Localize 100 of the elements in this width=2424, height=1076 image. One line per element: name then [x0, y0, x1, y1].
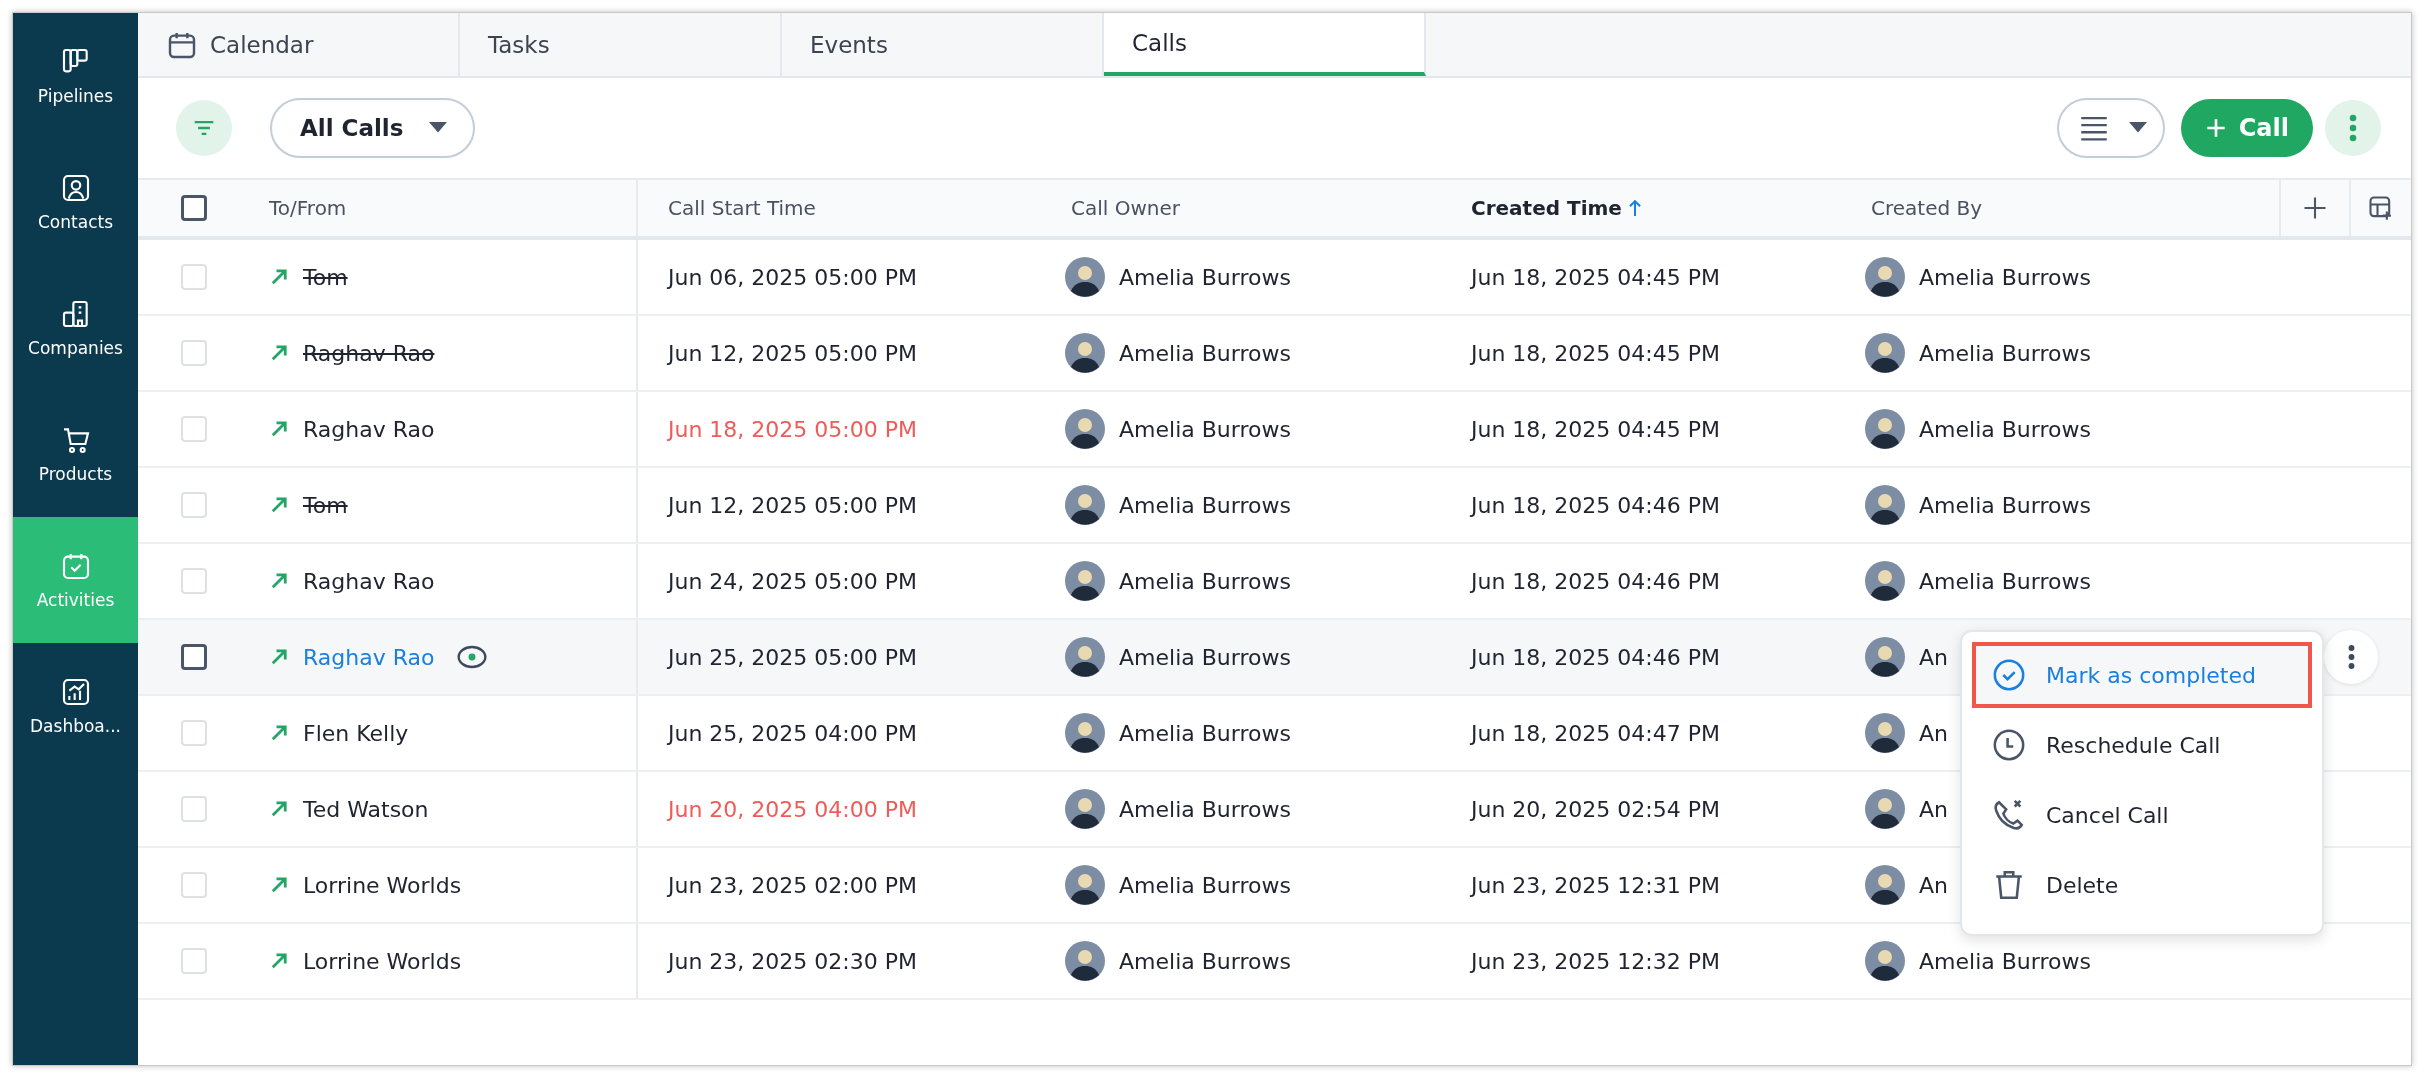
menu-item[interactable]: Cancel Call — [1972, 782, 2312, 848]
sidebar-label: Pipelines — [37, 86, 114, 106]
contact-name[interactable]: Tom — [303, 492, 348, 518]
eye-icon[interactable] — [456, 645, 489, 669]
avatar-icon — [1065, 941, 1105, 981]
created-by: Amelia Burrows — [1919, 568, 2091, 594]
call-owner: Amelia Burrows — [1119, 872, 1291, 898]
contact-name[interactable]: Tom — [303, 264, 348, 290]
created-by: Amelia Burrows — [1919, 492, 2091, 518]
created-time: Jun 18, 2025 04:46 PM — [1471, 492, 1720, 518]
created-time: Jun 23, 2025 12:32 PM — [1471, 948, 1720, 974]
created-time: Jun 18, 2025 04:45 PM — [1471, 340, 1720, 366]
avatar-icon — [1065, 409, 1105, 449]
call-owner: Amelia Burrows — [1119, 644, 1291, 670]
menu-item[interactable]: Reschedule Call — [1972, 712, 2312, 778]
menu-item[interactable]: Mark as completed — [1972, 642, 2312, 708]
call-start-time: Jun 18, 2025 05:00 PM — [668, 416, 917, 442]
avatar-icon — [1065, 865, 1105, 905]
created-time: Jun 18, 2025 04:45 PM — [1471, 264, 1720, 290]
column-header[interactable]: Created Time — [1471, 196, 1642, 220]
created-time: Jun 23, 2025 12:31 PM — [1471, 872, 1720, 898]
contact-name[interactable]: Raghav Rao — [303, 568, 435, 594]
created-time: Jun 18, 2025 04:46 PM — [1471, 644, 1720, 670]
call-start-time: Jun 25, 2025 05:00 PM — [668, 644, 917, 670]
column-header[interactable]: Call Owner — [1071, 196, 1180, 220]
column-header[interactable]: Created By — [1871, 196, 1983, 220]
created-by: Amelia Burrows — [1919, 416, 2091, 442]
sidebar-label: Products — [38, 464, 113, 484]
avatar-icon — [1065, 561, 1105, 601]
outgoing-arrow-icon — [269, 343, 289, 363]
avatar-icon — [1865, 333, 1905, 373]
contact-name[interactable]: Raghav Rao — [303, 416, 435, 442]
call-start-time: Jun 25, 2025 04:00 PM — [668, 720, 917, 746]
tab[interactable]: Calendar — [138, 13, 460, 76]
sidebar-item[interactable]: Dashboa... — [13, 643, 138, 769]
call-owner: Amelia Burrows — [1119, 340, 1291, 366]
created-by: Amelia Burrows — [1919, 264, 2091, 290]
call-start-time: Jun 12, 2025 05:00 PM — [668, 340, 917, 366]
call-owner: Amelia Burrows — [1119, 492, 1291, 518]
outgoing-arrow-icon — [269, 267, 289, 287]
column-header[interactable]: Call Start Time — [668, 196, 816, 220]
sidebar-item[interactable]: Pipelines — [13, 13, 138, 139]
filter-button[interactable] — [176, 100, 232, 156]
created-time: Jun 20, 2025 02:54 PM — [1471, 796, 1720, 822]
created-by: An — [1919, 644, 1948, 670]
contact-name[interactable]: Ted Watson — [303, 796, 429, 822]
avatar-icon — [1865, 789, 1905, 829]
avatar-icon — [1865, 409, 1905, 449]
avatar-icon — [1865, 637, 1905, 677]
select-all-checkbox[interactable] — [181, 195, 207, 221]
call-owner: Amelia Burrows — [1119, 720, 1291, 746]
call-start-time: Jun 23, 2025 02:30 PM — [668, 948, 917, 974]
call-start-time: Jun 06, 2025 05:00 PM — [668, 264, 917, 290]
view-dropdown[interactable]: All Calls — [270, 98, 476, 158]
sidebar-item[interactable]: Products — [13, 391, 138, 517]
outgoing-arrow-icon — [269, 723, 289, 743]
sidebar-label: Companies — [28, 338, 123, 358]
contact-name[interactable]: Raghav Rao — [303, 340, 435, 366]
sidebar-label: Contacts — [38, 212, 113, 232]
avatar-icon — [1865, 485, 1905, 525]
row-more-button[interactable] — [2324, 630, 2378, 684]
caret-icon — [429, 122, 448, 134]
call-start-time: Jun 24, 2025 05:00 PM — [668, 568, 917, 594]
contact-name[interactable]: Raghav Rao — [303, 644, 435, 670]
outgoing-arrow-icon — [269, 799, 289, 819]
call-owner: Amelia Burrows — [1119, 568, 1291, 594]
call-owner: Amelia Burrows — [1119, 948, 1291, 974]
call-owner: Amelia Burrows — [1119, 796, 1291, 822]
menu-item[interactable]: Delete — [1972, 852, 2312, 918]
column-header[interactable]: To/From — [269, 196, 347, 220]
call-start-time: Jun 12, 2025 05:00 PM — [668, 492, 917, 518]
avatar-icon — [1065, 333, 1105, 373]
outgoing-arrow-icon — [269, 951, 289, 971]
outgoing-arrow-icon — [269, 647, 289, 667]
contact-name[interactable]: Lorrine Worlds — [303, 948, 462, 974]
outgoing-arrow-icon — [269, 495, 289, 515]
avatar-icon — [1065, 789, 1105, 829]
avatar-icon — [1065, 485, 1105, 525]
sort-up-arrow-icon — [1627, 199, 1642, 217]
call-owner: Amelia Burrows — [1119, 416, 1291, 442]
tab[interactable]: Calls — [1104, 13, 1426, 76]
caret-icon — [2128, 122, 2147, 134]
created-by: Amelia Burrows — [1919, 948, 2091, 974]
phone-cross-icon — [1992, 798, 2026, 832]
avatar-icon — [1865, 257, 1905, 297]
contact-name[interactable]: Lorrine Worlds — [303, 872, 462, 898]
more-button[interactable] — [2325, 100, 2381, 156]
created-time: Jun 18, 2025 04:47 PM — [1471, 720, 1720, 746]
more-icon — [2348, 113, 2358, 143]
list-view-dropdown[interactable] — [2056, 98, 2165, 158]
clock-icon — [1992, 728, 2026, 762]
contact-name[interactable]: Flen Kelly — [303, 720, 409, 746]
more-icon — [2346, 643, 2356, 671]
avatar-icon — [1865, 941, 1905, 981]
sidebar-item[interactable]: Companies — [13, 265, 138, 391]
tab[interactable]: Tasks — [460, 13, 782, 76]
created-by: An — [1919, 872, 1948, 898]
outgoing-arrow-icon — [269, 875, 289, 895]
row-checkbox[interactable] — [181, 644, 207, 670]
sidebar-item[interactable]: Contacts — [13, 139, 138, 265]
